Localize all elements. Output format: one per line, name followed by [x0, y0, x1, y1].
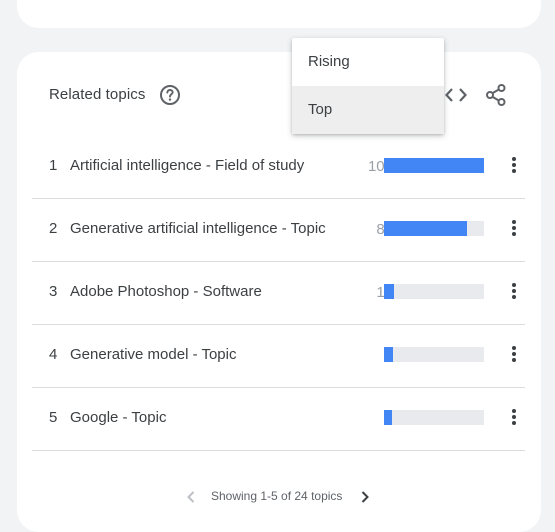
- row-rank: 2: [49, 220, 58, 237]
- value-bar: [384, 284, 484, 299]
- row-rank: 4: [49, 346, 58, 363]
- topic-row: 1 Artificial intelligence - Field of stu…: [32, 136, 525, 199]
- help-circle-icon[interactable]: [159, 84, 181, 106]
- value-bar-fill: [384, 221, 467, 236]
- topic-link[interactable]: Generative artificial intelligence - Top…: [70, 220, 326, 237]
- value-bar: [384, 347, 484, 362]
- topic-link[interactable]: Artificial intelligence - Field of study: [70, 157, 304, 174]
- topic-row: 3 Adobe Photoshop - Software 10: [32, 262, 525, 325]
- code-embed-icon[interactable]: [444, 84, 468, 106]
- menu-item-top[interactable]: Top: [292, 86, 444, 134]
- value-bar: [384, 221, 484, 236]
- pagination-label: Showing 1-5 of 24 topics: [211, 489, 343, 503]
- row-rank: 5: [49, 409, 58, 426]
- topic-row: 2 Generative artificial intelligence - T…: [32, 199, 525, 262]
- value-bar-fill: [384, 158, 484, 173]
- topic-row: 5 Google - Topic 8: [32, 388, 525, 451]
- value-bar-fill: [384, 410, 392, 425]
- more-vertical-icon[interactable]: [504, 344, 524, 364]
- value-bar-fill: [384, 347, 393, 362]
- more-vertical-icon[interactable]: [504, 407, 524, 427]
- row-rank: 1: [49, 157, 58, 174]
- value-bar: [384, 158, 484, 173]
- value-bar-fill: [384, 284, 394, 299]
- sort-dropdown-menu: Rising Top: [292, 38, 444, 134]
- more-vertical-icon[interactable]: [504, 218, 524, 238]
- topic-link[interactable]: Generative model - Topic: [70, 346, 236, 363]
- card-title: Related topics: [49, 86, 146, 103]
- menu-item-rising[interactable]: Rising: [292, 38, 444, 86]
- more-vertical-icon[interactable]: [504, 155, 524, 175]
- chevron-left-icon[interactable]: [184, 489, 198, 505]
- share-icon[interactable]: [484, 83, 508, 107]
- pagination: Showing 1-5 of 24 topics: [17, 488, 541, 506]
- value-bar: [384, 410, 484, 425]
- topic-link[interactable]: Adobe Photoshop - Software: [70, 283, 262, 300]
- previous-card: [17, 0, 541, 28]
- chevron-right-icon[interactable]: [358, 489, 372, 505]
- topic-link[interactable]: Google - Topic: [70, 409, 166, 426]
- topic-row: 4 Generative model - Topic 9: [32, 325, 525, 388]
- more-vertical-icon[interactable]: [504, 281, 524, 301]
- row-rank: 3: [49, 283, 58, 300]
- related-topics-card: Related topics 1 Artificial intelligence…: [17, 52, 541, 532]
